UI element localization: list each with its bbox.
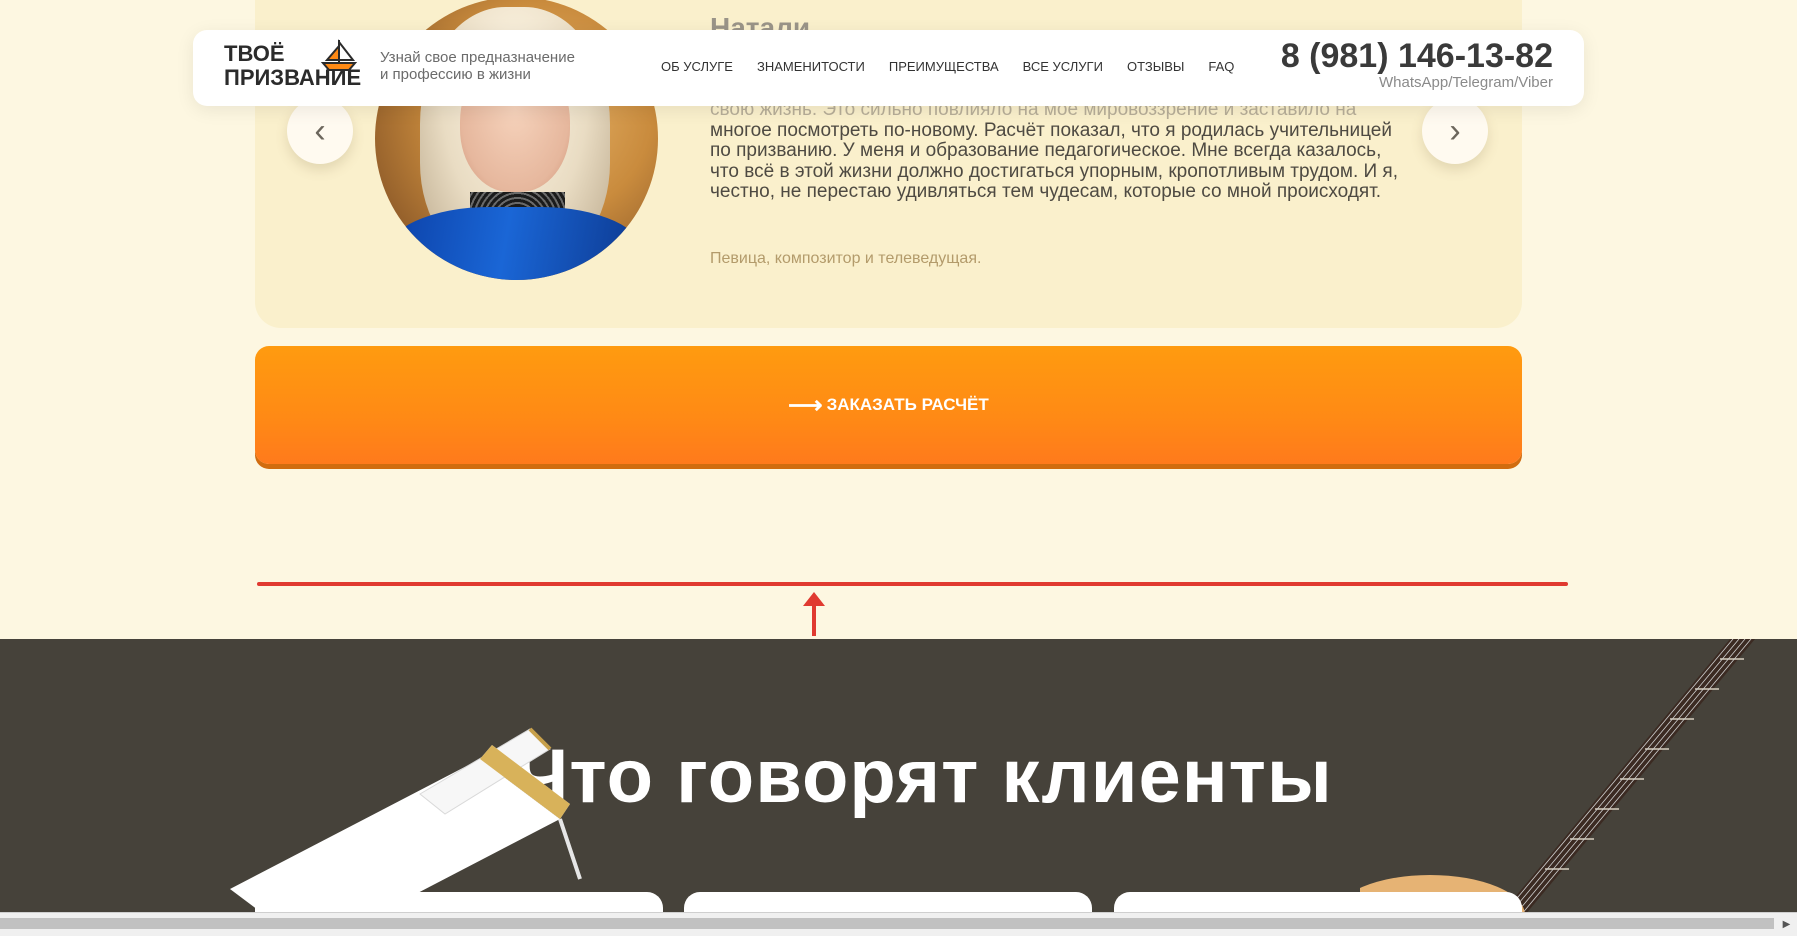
phone-number[interactable]: 8 (981) 146-13-82 xyxy=(1281,38,1553,74)
order-calculation-label: ЗАКАЗАТЬ РАСЧЁТ xyxy=(826,395,989,414)
nav-item-faq[interactable]: FAQ xyxy=(1208,59,1234,74)
site-logo[interactable]: ТВОЁ ПРИЗВАНИЕ xyxy=(224,39,361,90)
piano-illustration xyxy=(230,727,582,915)
carousel-prev-button[interactable]: ‹ xyxy=(287,98,353,164)
reviews-section: Что говорят клиенты xyxy=(0,639,1797,915)
horizontal-scrollbar[interactable]: ▶ xyxy=(0,912,1797,936)
nav-item-advantages[interactable]: ПРЕИМУЩЕСТВА xyxy=(889,59,999,74)
testimonial-role: Певица, композитор и телеведущая. xyxy=(710,250,982,267)
header-tagline: Узнай свое предназначение и профессию в … xyxy=(380,49,575,83)
nav-item-celebrities[interactable]: ЗНАМЕНИТОСТИ xyxy=(757,59,865,74)
scrollbar-thumb[interactable] xyxy=(0,918,1774,929)
tagline-line-1: Узнай свое предназначение xyxy=(380,49,575,66)
guitar-illustration xyxy=(1360,639,1755,915)
testimonial-quote: свою жизнь. Это сильно повлияло на моё м… xyxy=(710,99,1400,203)
tagline-line-2: и профессию в жизни xyxy=(380,66,531,83)
chevron-right-icon: › xyxy=(1449,111,1461,150)
boat-logo-icon xyxy=(320,39,358,71)
order-calculation-button[interactable]: ⟶ ЗАКАЗАТЬ РАСЧЁТ xyxy=(255,346,1522,464)
annotation-arrow-icon xyxy=(803,592,825,636)
messengers-text: WhatsApp/Telegram/Viber xyxy=(1379,74,1553,91)
scroll-right-icon[interactable]: ▶ xyxy=(1776,913,1797,935)
testimonial-quote-text: многое посмотреть по-новому. Расчёт пока… xyxy=(710,119,1398,202)
main-nav: ОБ УСЛУГЕ ЗНАМЕНИТОСТИ ПРЕИМУЩЕСТВА ВСЕ … xyxy=(661,59,1234,74)
nav-item-about[interactable]: ОБ УСЛУГЕ xyxy=(661,59,733,74)
nav-item-reviews[interactable]: ОТЗЫВЫ xyxy=(1127,59,1184,74)
arrow-right-icon: ⟶ xyxy=(788,391,823,419)
site-header: ТВОЁ ПРИЗВАНИЕ Узнай свое предназначение… xyxy=(193,30,1584,106)
contact-block: 8 (981) 146-13-82 WhatsApp/Telegram/Vibe… xyxy=(1281,38,1553,91)
nav-item-services[interactable]: ВСЕ УСЛУГИ xyxy=(1023,59,1103,74)
carousel-next-button[interactable]: › xyxy=(1422,98,1488,164)
chevron-left-icon: ‹ xyxy=(314,111,326,150)
annotation-line xyxy=(257,582,1568,586)
